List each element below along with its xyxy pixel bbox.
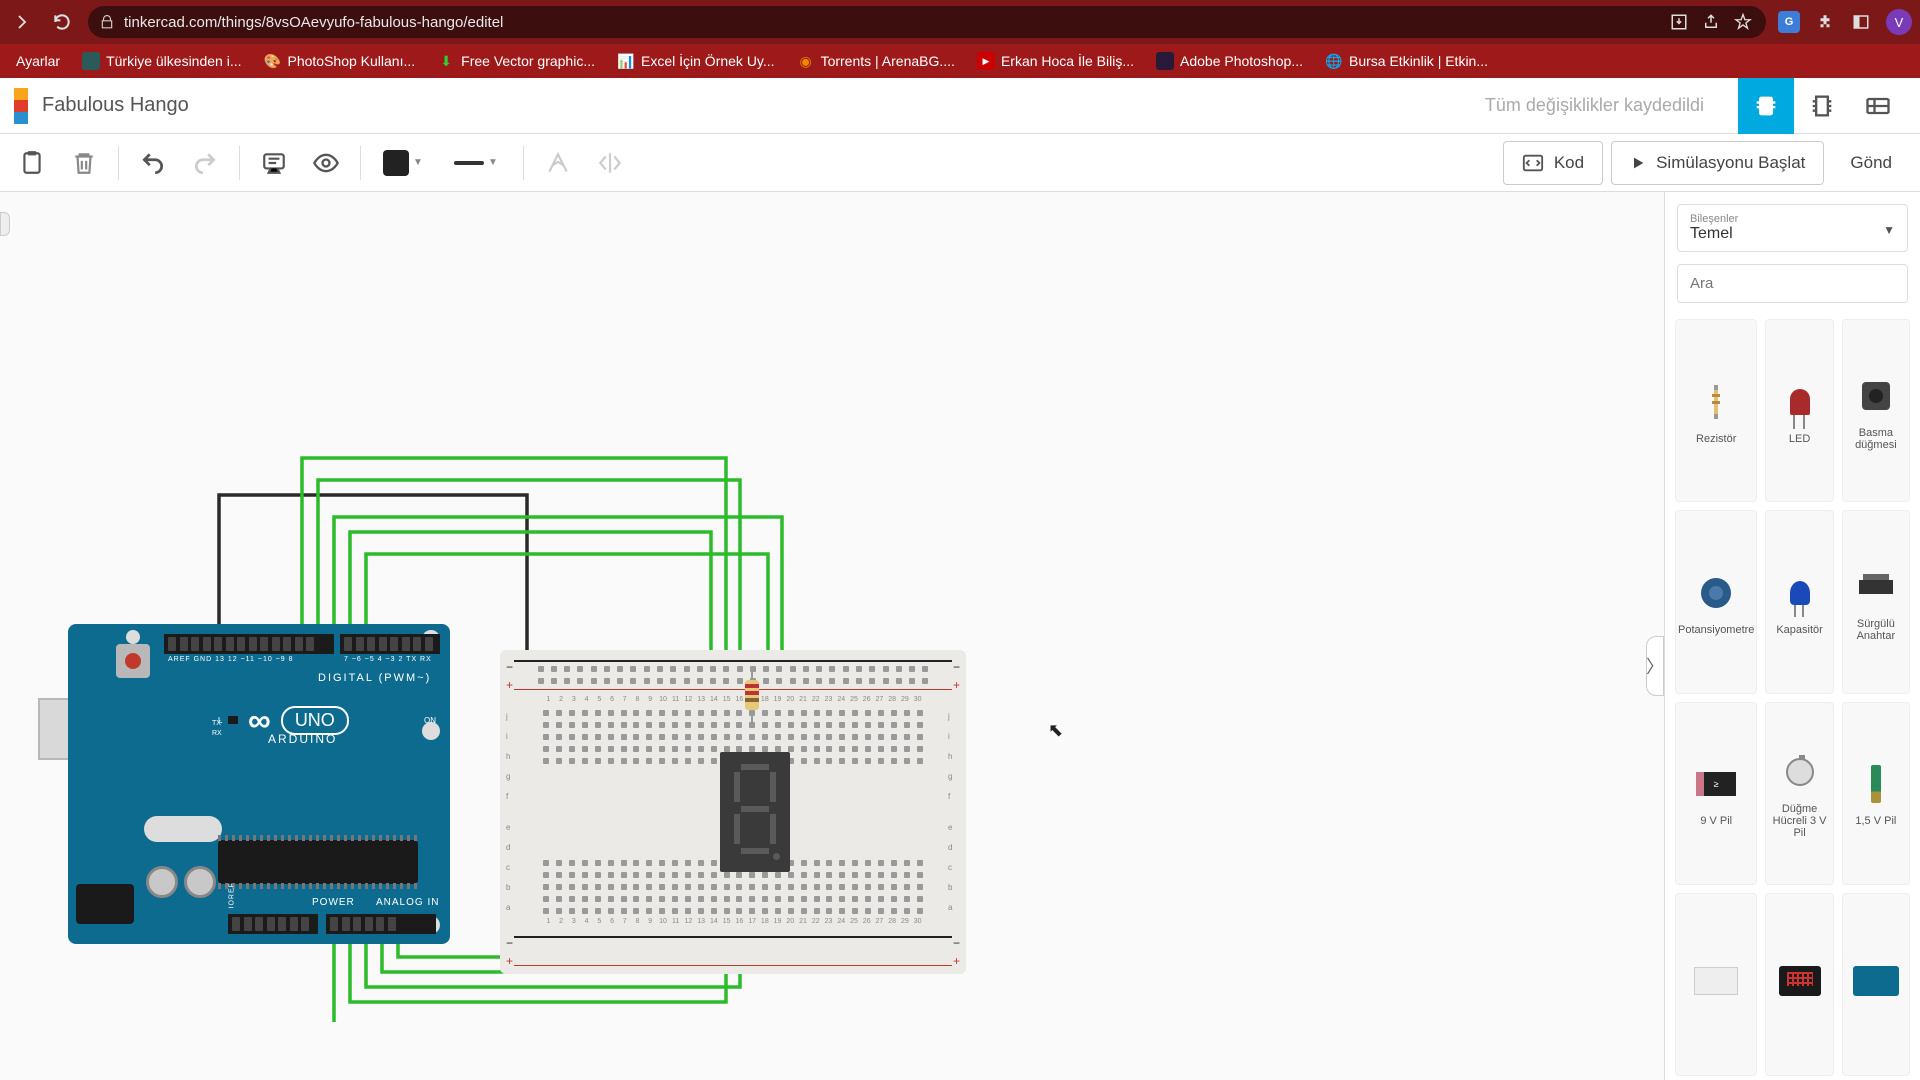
component-led[interactable]: LED [1765,319,1833,502]
send-button[interactable]: Gönd [1832,141,1910,185]
bookmark-item[interactable]: 🎨PhotoShop Kullanı... [256,48,424,74]
play-icon [1630,155,1646,171]
analog-pins[interactable] [326,914,436,934]
component-coin-cell[interactable]: Düğme Hücreli 3 V Pil [1765,702,1833,885]
power-jack [76,884,134,924]
component-slide-switch[interactable]: Sürgülü Anahtar [1842,510,1910,693]
torrent-icon: ◉ [797,52,815,70]
bookmark-item[interactable]: Türkiye ülkesinden i... [74,48,249,74]
canvas-handle[interactable] [0,212,10,236]
resistor[interactable] [745,670,759,720]
lock-icon [100,15,114,29]
arduino-uno[interactable]: AREF GND 13 12 ~11 ~10 ~9 8 7 ~6 ~5 4 ~3… [40,624,450,944]
globe-icon [82,52,100,70]
browser-chrome: tinkercad.com/things/8vsOAevyufo-fabulou… [0,0,1920,44]
component-aa-battery[interactable]: 1,5 V Pil [1842,702,1910,885]
atmega-chip [218,840,418,884]
component-arduino[interactable] [1842,893,1910,1076]
power-pins[interactable] [228,914,318,934]
uno-label: UNO [281,706,349,735]
digital-pins[interactable] [164,634,334,654]
paste-button[interactable] [10,141,54,185]
bookmark-star-icon[interactable] [1732,11,1754,33]
redo-button[interactable] [183,141,227,185]
browser-actions: G V [1778,9,1912,35]
analog-label: ANALOG IN [376,897,439,908]
url-bar[interactable]: tinkercad.com/things/8vsOAevyufo-fabulou… [88,6,1766,38]
youtube-icon: ▶ [977,52,995,70]
view-tab-list[interactable] [1850,78,1906,134]
bookmark-item[interactable]: 🌐Bursa Etkinlik | Etkin... [1317,48,1496,74]
bookmark-item[interactable]: ⬇Free Vector graphic... [429,48,603,74]
globe-icon: 🌐 [1325,52,1343,70]
component-9v-battery[interactable]: ≥9 V Pil [1675,702,1757,885]
component-search-input[interactable] [1677,264,1908,303]
chevron-down-icon: ▼ [488,157,498,168]
mirror-button[interactable] [588,141,632,185]
category-label: Bileşenler [1690,213,1895,225]
seven-segment-display[interactable] [720,752,790,872]
category-value: Temel [1690,225,1895,243]
components-panel: Bileşenler Temel ▼ Rezistör LED Basma dü… [1664,192,1920,1080]
bookmark-item[interactable]: Ayarlar [8,49,68,73]
component-resistor[interactable]: Rezistör [1675,319,1757,502]
component-grid: Rezistör LED Basma düğmesi Potansiyometr… [1665,315,1920,1080]
chevron-down-icon: ▼ [413,157,423,168]
adobe-icon [1156,52,1174,70]
component-pushbutton[interactable]: Basma düğmesi [1842,319,1910,502]
toolbar: ▼ ▼ Kod Simülasyonu Başlat Gönd [0,134,1920,192]
reload-button[interactable] [48,8,76,36]
annotation-button[interactable] [252,141,296,185]
forward-button[interactable] [8,8,36,36]
rotate-button[interactable] [536,141,580,185]
canvas[interactable]: AREF GND 13 12 ~11 ~10 ~9 8 7 ~6 ~5 4 ~3… [0,192,1664,1080]
component-breadboard-small[interactable] [1675,893,1757,1076]
download-icon: ⬇ [437,52,455,70]
extensions-icon[interactable] [1814,11,1836,33]
digital-label: DIGITAL (PWM~) [318,672,431,684]
panel-collapse-button[interactable]: 〉 [1646,636,1664,696]
power-label: POWER [312,897,355,908]
component-category-dropdown[interactable]: Bileşenler Temel ▼ [1677,204,1908,252]
undo-button[interactable] [131,141,175,185]
bookmark-item[interactable]: Adobe Photoshop... [1148,48,1311,74]
delete-button[interactable] [62,141,106,185]
start-simulation-button[interactable]: Simülasyonu Başlat [1611,141,1824,185]
install-icon[interactable] [1668,11,1690,33]
tinkercad-logo-icon[interactable] [14,88,28,124]
code-icon [1522,152,1544,174]
bookmark-item[interactable]: ▶Erkan Hoca İle Biliş... [969,48,1142,74]
sidepanel-icon[interactable] [1850,11,1872,33]
url-text: tinkercad.com/things/8vsOAevyufo-fabulou… [124,14,1658,31]
code-button[interactable]: Kod [1503,141,1603,185]
excel-icon: 📊 [617,52,635,70]
view-tab-schematic[interactable] [1794,78,1850,134]
component-capacitor[interactable]: Kapasitör [1765,510,1833,693]
visibility-button[interactable] [304,141,348,185]
bookmark-item[interactable]: 📊Excel İçin Örnek Uy... [609,48,783,74]
chevron-down-icon: ▼ [1883,223,1895,237]
component-microbit[interactable] [1765,893,1833,1076]
view-tab-circuit[interactable] [1738,78,1794,134]
arduino-brand: ARDUINO [268,732,337,746]
component-potentiometer[interactable]: Potansiyometre [1675,510,1757,693]
main-area: AREF GND 13 12 ~11 ~10 ~9 8 7 ~6 ~5 4 ~3… [0,192,1920,1080]
reset-button[interactable] [116,644,150,678]
wire-color-picker[interactable]: ▼ [373,141,433,185]
ps-icon: 🎨 [264,52,282,70]
view-tabs [1738,78,1906,134]
app-header: Fabulous Hango Tüm değişiklikler kaydedi… [0,78,1920,134]
save-status: Tüm değişiklikler kaydedildi [1485,95,1704,116]
translate-icon[interactable]: G [1778,11,1800,33]
project-title[interactable]: Fabulous Hango [42,94,189,117]
wire-style-picker[interactable]: ▼ [441,141,511,185]
digital-pins-2[interactable] [340,634,440,654]
cursor-icon: ⬉ [1048,720,1063,741]
bookmark-item[interactable]: ◉Torrents | ArenaBG.... [789,48,963,74]
profile-avatar[interactable]: V [1886,9,1912,35]
bookmarks-bar: Ayarlar Türkiye ülkesinden i... 🎨PhotoSh… [0,44,1920,78]
share-icon[interactable] [1700,11,1722,33]
